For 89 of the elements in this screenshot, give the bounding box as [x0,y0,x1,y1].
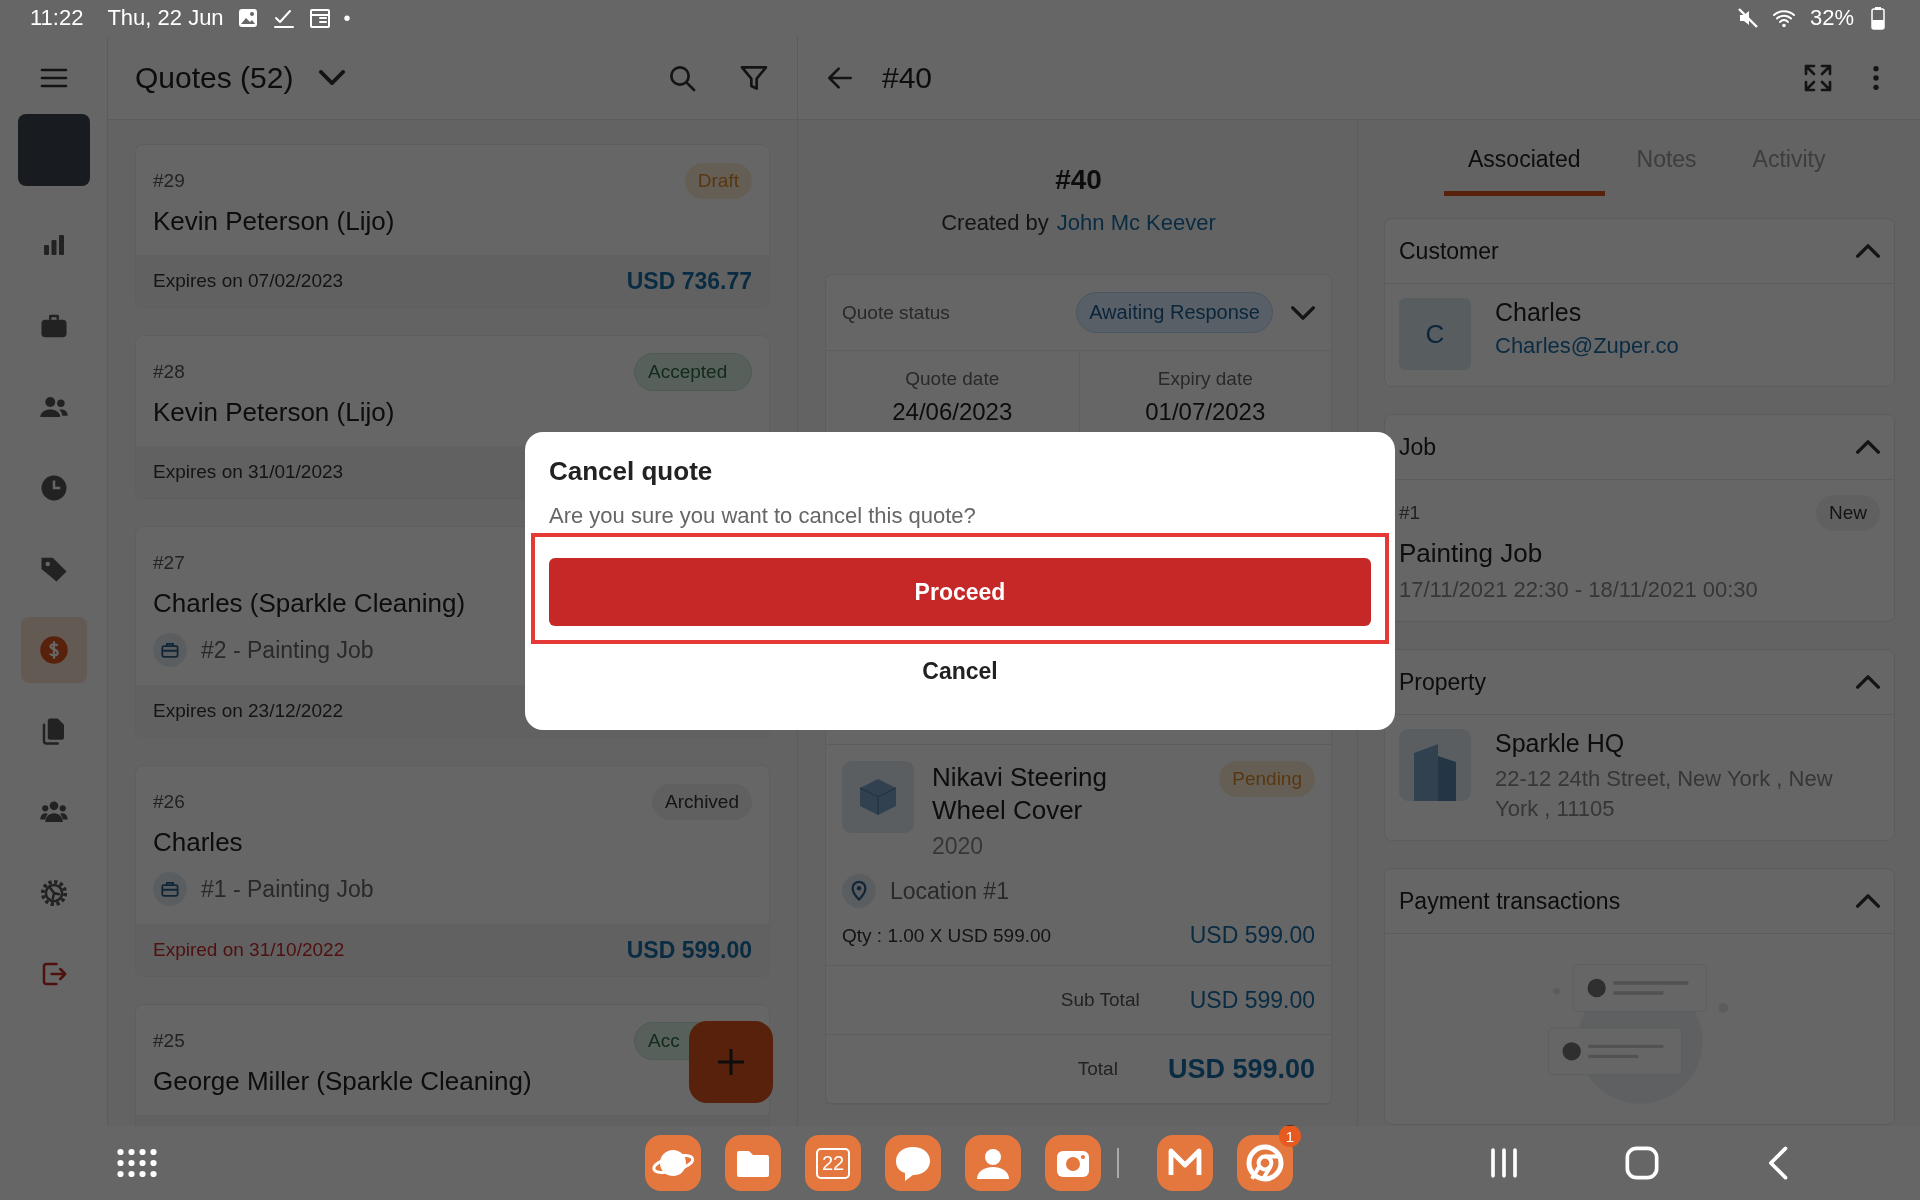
battery-percent: 32% [1809,5,1854,31]
expiry-date: Expires on 23/12/2022 [153,700,344,722]
job-name: Painting Job [1399,538,1544,569]
item-amount: USD 599.00 [1189,922,1315,949]
notification-badge: 1 [1279,1125,1301,1147]
browser-app-icon[interactable] [645,1135,701,1191]
total-label: Total [1077,1058,1118,1080]
quote-title: #40 [882,60,933,95]
chevron-down-icon[interactable] [1291,305,1315,320]
sidebar-item[interactable] [20,617,87,683]
briefcase-icon [153,872,187,906]
expiry-date: Expires on 07/02/2023 [153,270,344,292]
date-label: Quote date [905,368,1000,390]
status-badge: Accepted [634,353,752,391]
status-badge: Draft [684,163,752,199]
calendar-icon [307,6,332,30]
status-badge: Archived [652,784,752,820]
customer-name: Charles [1495,298,1583,327]
avatar-photo-placeholder[interactable] [17,114,90,186]
customer-name: Kevin Peterson (Lijo) [153,206,396,237]
customer-name: Charles (Sparkle Cleaning) [153,588,467,619]
quote-number: #26 [153,791,185,813]
camera-app-icon[interactable] [1045,1135,1101,1191]
folder-app-icon[interactable] [725,1135,781,1191]
quote-amount: USD 599.00 [626,936,752,964]
author-link[interactable]: John Mc Keever [1056,210,1216,236]
expiry-date: Expired on 31/10/2022 [153,939,345,961]
contacts-app-icon[interactable] [965,1135,1021,1191]
status-badge: Pending [1219,761,1315,797]
cancel-button[interactable]: Cancel [910,652,1010,691]
clock-time: 11:22 [30,5,84,31]
section-header[interactable]: Payment transactions [1385,869,1894,934]
section-title: Property [1399,668,1486,696]
section-title: Customer [1399,237,1499,265]
status-badge: New [1816,495,1880,531]
section-title: Job [1399,433,1437,461]
location-pin-icon [842,874,876,908]
section-header[interactable]: Customer [1385,219,1894,284]
calendar-app-icon[interactable]: 22 [805,1135,861,1191]
section-title: Payment transactions [1399,887,1621,915]
quote-number: #29 [153,170,185,192]
quote-number: #25 [153,1030,185,1052]
total-value: USD 599.00 [1167,1053,1315,1085]
briefcase-icon [153,633,187,667]
quotes-title-dropdown[interactable]: Quotes (52) [135,60,346,95]
customer-name: George Miller (Sparkle Cleaning) [153,1066,533,1097]
cube-icon [842,761,914,833]
mute-icon [1735,6,1760,30]
dialog-message: Are you sure you want to cancel this quote? [549,503,977,529]
property-name: Sparkle HQ [1495,729,1626,758]
quote-card[interactable]: #26 Archived Charles #1 - Painting Job Expired on 31/10/2022 USD 599.00 [135,765,770,977]
chat-app-icon[interactable] [885,1135,941,1191]
job-reference: #2 - Painting Job [201,636,374,664]
proceed-button[interactable]: Proceed [549,558,1371,626]
email-link[interactable]: Charles@Zuper.co [1495,333,1880,359]
customer-name: Charles [153,827,244,858]
expiry-date: Expires on 31/01/2023 [153,461,344,483]
building-icon [1399,729,1471,801]
created-by-label: Created by [941,210,1049,236]
settings-icon [38,878,69,908]
location-text: Location #1 [890,877,1009,905]
date-label: Expiry date [1157,368,1253,390]
total-value: USD 599.00 [1189,986,1315,1014]
quote-number: #27 [153,552,185,574]
job-number: #1 [1399,502,1421,524]
quote-card[interactable]: #25 Acc George Miller (Sparkle Cleaning) [135,1004,770,1126]
quote-number: #28 [153,361,185,383]
quote-heading: #40 [1054,164,1103,196]
quote-status-label: Quote status [842,301,950,324]
quotes-title: Quotes (52) [135,60,294,95]
tab[interactable]: Associated [1444,146,1605,196]
date-text: Thu, 22 Jun [107,5,224,31]
customer-name: Kevin Peterson (Lijo) [153,397,396,428]
quote-card[interactable]: #29 Draft Kevin Peterson (Lijo) Expires on 07/02/2023 USD 736.77 [135,144,770,308]
dollar-icon [38,635,69,665]
item-name: Nikavi Steering Wheel Cover [932,761,1108,827]
status-pill[interactable]: Awaiting Response [1076,292,1273,333]
quote-amount: USD 736.77 [626,267,752,295]
date-value: 24/06/2023 [892,398,1013,426]
mail-app-icon[interactable] [1157,1135,1213,1191]
dialog-title: Cancel quote [549,456,714,487]
job-reference: #1 - Painting Job [201,875,374,903]
plus-button[interactable] [689,1021,773,1103]
initial-avatar: C [1399,298,1471,370]
date-value: 01/07/2023 [1145,398,1266,426]
quantity-text: Qty : 1.00 X USD 599.00 [842,924,1052,947]
notification-dot: • [343,6,351,30]
total-label: Sub Total [1060,989,1140,1011]
chevron-down-icon [319,70,346,85]
